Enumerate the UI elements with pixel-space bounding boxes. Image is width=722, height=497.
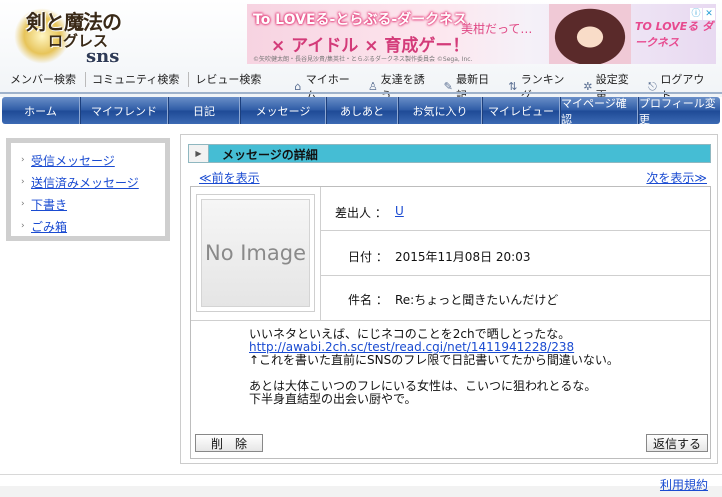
chevron-right-icon: › <box>21 199 25 209</box>
sidebar-item-trash: › ごみ箱 <box>21 215 165 237</box>
footer-bar <box>0 486 722 497</box>
play-icon: ▶ <box>189 145 209 162</box>
ad-copyright: ©矢吹健太朗・長谷見沙貴/集英社・とらぶるダークネス製作委員会 ©Sega, I… <box>253 56 473 63</box>
chevron-right-icon: › <box>21 155 25 165</box>
message-box: No Image 差出人 ： U 日付 ： 2015年11月08日 20:03 … <box>190 186 711 459</box>
nav-mypage-check[interactable]: マイページ確認 <box>560 97 638 126</box>
delete-button[interactable]: 削 除 <box>195 434 263 452</box>
sender-name-wrap: U <box>395 204 404 218</box>
nav-my-reviews[interactable]: マイレビュー <box>482 97 560 124</box>
ad-close-icon[interactable]: ✕ <box>703 8 715 20</box>
prev-message-link[interactable]: ≪前を表示 <box>199 169 260 186</box>
site-header: 剣と魔法の ログレス sns To LOVEる-とらぶる-ダークネス × アイド… <box>0 0 722 102</box>
section-title-bar: ▶ メッセージの詳細 <box>188 144 711 163</box>
logo-line3: sns <box>86 46 120 67</box>
ad-speech: 美柑だって… <box>461 22 533 36</box>
sender-label: 差出人 ： <box>335 206 387 220</box>
nav-messages[interactable]: メッセージ <box>240 97 326 124</box>
message-body: いいネタといえば、にじネコのことを2chで晒しとったな。 http://awab… <box>249 328 619 406</box>
nav-profile-edit[interactable]: プロフィール変更 <box>638 97 720 126</box>
nav-diary[interactable]: 日記 <box>168 97 240 124</box>
next-message-link[interactable]: 次を表示≫ <box>646 169 707 186</box>
sender-photo[interactable]: No Image <box>196 194 315 312</box>
subject-value: Re:ちょっと聞きたいんだけど <box>395 293 559 307</box>
terms-link[interactable]: 利用規約 <box>660 476 708 493</box>
section-title: メッセージの詳細 <box>222 148 318 162</box>
ad-info-icon[interactable]: ⓘ <box>690 8 702 20</box>
ad-character-image <box>549 4 631 64</box>
body-line: ↑これを書いた直前にSNSのフレ限で日記書いてたから間違いない。 <box>249 353 619 367</box>
reply-button[interactable]: 返信する <box>646 434 708 452</box>
drafts-link[interactable]: 下書き <box>31 196 67 213</box>
chevron-right-icon: › <box>21 177 25 187</box>
divider <box>320 275 710 276</box>
divider <box>191 320 710 321</box>
message-detail-panel: ▶ メッセージの詳細 ≪前を表示 次を表示≫ No Image 差出人 ： U … <box>180 134 718 464</box>
member-search-link[interactable]: メンバー検索 <box>6 72 85 87</box>
nav-favorites[interactable]: お気に入り <box>398 97 482 124</box>
ad-brand-logo: TO LOVEる ダークネス <box>635 20 714 49</box>
trash-link[interactable]: ごみ箱 <box>31 218 67 235</box>
message-sidebar: › 受信メッセージ › 送信済みメッセージ › 下書き › ごみ箱 <box>6 138 170 241</box>
body-line: 下半身直結型の出会い厨やで。 <box>249 392 417 406</box>
chevron-right-icon: › <box>21 221 25 231</box>
sidebar-item-sent: › 送信済みメッセージ <box>21 171 165 193</box>
sidebar-item-drafts: › 下書き <box>21 193 165 215</box>
date-value: 2015年11月08日 20:03 <box>395 250 531 264</box>
sent-link[interactable]: 送信済みメッセージ <box>31 174 139 191</box>
inbox-link[interactable]: 受信メッセージ <box>31 152 115 169</box>
sender-name-link[interactable]: U <box>395 204 404 218</box>
ad-subtitle: × アイドル × 育成ゲー！ <box>271 36 470 56</box>
nav-home[interactable]: ホーム <box>2 97 80 124</box>
site-logo[interactable]: 剣と魔法の ログレス sns <box>8 2 138 70</box>
nav-my-friends[interactable]: マイフレンド <box>80 97 168 124</box>
message-folder-list: › 受信メッセージ › 送信済みメッセージ › 下書き › ごみ箱 <box>11 143 165 236</box>
search-links: メンバー検索 コミュニティ検索 レビュー検索 <box>6 72 270 87</box>
nav-footprints[interactable]: あしあと <box>326 97 398 124</box>
divider <box>320 187 321 320</box>
footer-divider <box>0 474 722 475</box>
community-search-link[interactable]: コミュニティ検索 <box>85 72 188 87</box>
ad-title: To LOVEる-とらぶる-ダークネス <box>253 12 468 28</box>
ad-controls: ⓘ ✕ <box>689 5 715 20</box>
subject-label: 件名 ： <box>348 293 388 307</box>
no-image-placeholder: No Image <box>201 199 310 307</box>
review-search-link[interactable]: レビュー検索 <box>188 72 270 87</box>
body-url-link[interactable]: http://awabi.2ch.sc/test/read.cgi/net/14… <box>249 340 574 354</box>
ad-banner[interactable]: To LOVEる-とらぶる-ダークネス × アイドル × 育成ゲー！ ©矢吹健太… <box>247 4 716 64</box>
divider <box>320 230 710 231</box>
sidebar-item-inbox: › 受信メッセージ <box>21 149 165 171</box>
main-nav: ホーム マイフレンド 日記 メッセージ あしあと お気に入り マイレビュー マイ… <box>2 97 720 126</box>
date-label: 日付 ： <box>348 250 388 264</box>
